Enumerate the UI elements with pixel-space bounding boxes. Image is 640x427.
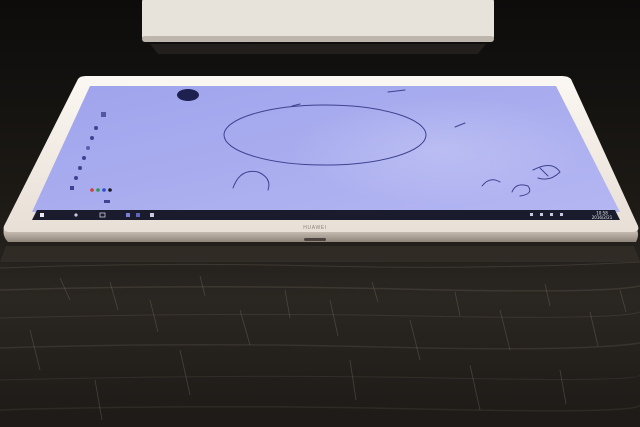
color-blue-icon[interactable] [102,188,106,192]
tablet-reflection [0,246,640,262]
color-green-icon[interactable] [96,188,100,192]
screen-glare [290,95,590,205]
taskbar-clock-date[interactable]: 2016/2/21 [592,215,613,220]
color-red-icon[interactable] [90,188,94,192]
tablet-brand-label: HUAWEI [303,225,326,231]
tray-icon-3[interactable] [550,213,553,216]
toolbar-handle[interactable] [101,112,106,117]
shape-tool-icon[interactable] [78,166,82,170]
pen-tool-icon[interactable] [94,126,98,130]
back-icon[interactable] [74,213,78,217]
tablet-port [304,238,326,241]
undo-icon[interactable] [70,186,74,190]
tablet: HUAWEI 10:58 2016/2/21 [3,76,639,242]
background-device [142,0,494,54]
ink-blot [177,89,199,101]
app-icon-2[interactable] [136,213,140,217]
marker-tool-icon[interactable] [90,136,94,140]
menu-icon[interactable] [104,200,110,203]
tray-icon-2[interactable] [540,213,543,216]
highlighter-tool-icon[interactable] [86,146,90,150]
text-tool-icon[interactable] [74,176,78,180]
photo-scene: HUAWEI 10:58 2016/2/21 [0,0,640,427]
taskbar: 10:58 2016/2/21 [32,210,620,220]
svg-text:HUAWEI: HUAWEI [303,225,326,231]
start-button[interactable] [40,213,44,217]
app-icon-1[interactable] [126,213,130,217]
eraser-tool-icon[interactable] [82,156,86,160]
tray-icon-1[interactable] [530,213,533,216]
app-icon-3[interactable] [150,213,154,217]
color-black-icon[interactable] [108,188,112,192]
tray-icon-4[interactable] [560,213,563,216]
